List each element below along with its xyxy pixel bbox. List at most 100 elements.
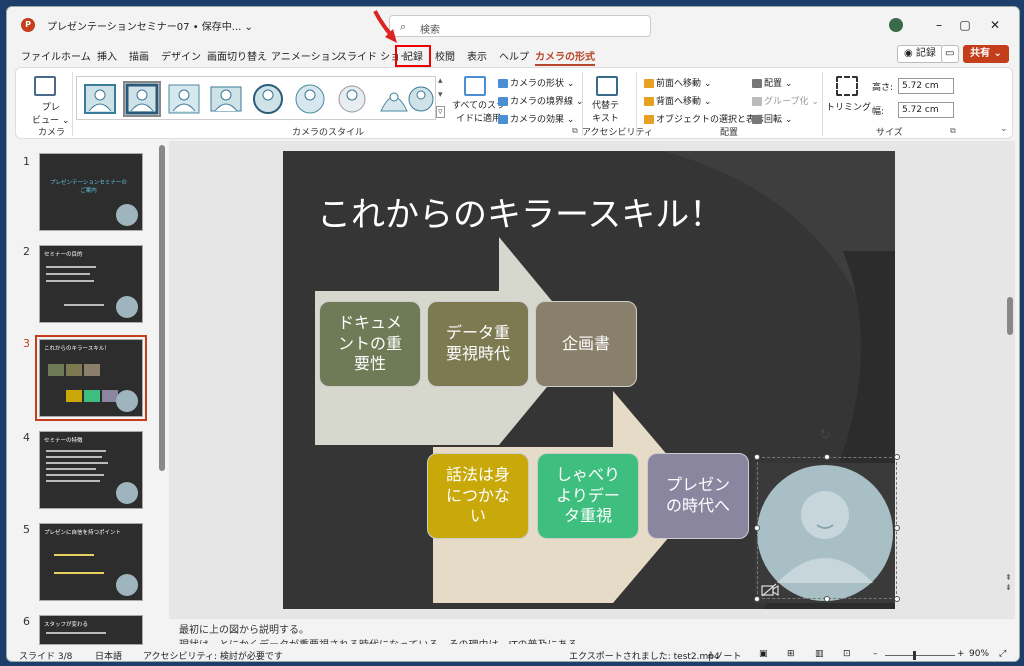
group-button[interactable]: グループ化 ⌄: [752, 94, 819, 107]
slide-title[interactable]: これからのキラースキル！: [317, 187, 723, 236]
fit-to-window-icon[interactable]: ⤢: [999, 649, 1006, 659]
zoom-out-icon[interactable]: –: [873, 649, 878, 659]
menu-view[interactable]: 表示: [467, 48, 487, 63]
selection-pane-button[interactable]: オブジェクトの選択と表示: [644, 112, 764, 125]
notes-line-1: 最初に上の図から説明する。: [179, 625, 309, 636]
style-option-6[interactable]: [293, 83, 327, 115]
zoom-slider[interactable]: [885, 655, 955, 656]
gallery-scroll-up-icon[interactable]: ▴: [438, 76, 443, 86]
slide-thumbnail-pane: 1 プレゼンテーションセミナーの ご案内 2 セミナーの目的 3 これからのキラ…: [7, 141, 167, 645]
send-backward-button[interactable]: 背面へ移動 ⌄: [644, 94, 711, 107]
resize-handle[interactable]: [894, 596, 900, 602]
thumb-title: セミナーの目的: [44, 252, 83, 258]
menu-design[interactable]: デザイン: [161, 48, 201, 63]
box-document-importance[interactable]: ドキュメ ントの重 要性: [319, 301, 421, 387]
normal-view-icon[interactable]: ▣: [759, 649, 768, 659]
styles-dialog-launcher-icon[interactable]: ⧉: [572, 126, 578, 136]
style-option-4[interactable]: [209, 83, 243, 115]
box-data-era[interactable]: データ重 要視時代: [427, 301, 529, 387]
scroll-page-icons[interactable]: ⇞ ⇟: [1005, 573, 1012, 593]
slide-thumbnail-5[interactable]: プレゼンに自信を持つポイント: [39, 523, 143, 601]
style-option-7[interactable]: [335, 83, 369, 115]
search-box[interactable]: ⌕ 検索: [389, 15, 651, 37]
effect-icon: [498, 115, 508, 124]
menu-file[interactable]: ファイル: [21, 48, 61, 63]
menu-transitions[interactable]: 画面切り替え: [207, 48, 267, 63]
resize-handle[interactable]: [894, 454, 900, 460]
size-dialog-launcher-icon[interactable]: ⧉: [950, 126, 956, 136]
notes-toggle-button[interactable]: ≜ノート: [707, 649, 742, 661]
menu-help[interactable]: ヘルプ: [499, 48, 529, 63]
rotate-button[interactable]: 回転 ⌄: [752, 112, 792, 125]
style-option-5[interactable]: [251, 83, 285, 115]
align-button[interactable]: 配置 ⌄: [752, 76, 792, 89]
reading-view-icon[interactable]: ▥: [815, 649, 824, 659]
bring-forward-button[interactable]: 前面へ移動 ⌄: [644, 76, 711, 89]
rotate-label: 回転 ⌄: [764, 115, 793, 125]
box-presentation-era[interactable]: プレゼン の時代へ: [647, 453, 749, 539]
account-avatar[interactable]: [889, 18, 903, 32]
camera-shape-button[interactable]: カメラの形状 ⌄: [498, 76, 574, 89]
resize-handle[interactable]: [894, 525, 900, 531]
rotate-handle-icon[interactable]: ↻: [819, 427, 831, 443]
resize-handle[interactable]: [824, 596, 830, 602]
width-input[interactable]: 5.72 cm: [898, 102, 954, 118]
slide-sorter-icon[interactable]: ⊞: [787, 649, 795, 659]
slide-thumbnail-2[interactable]: セミナーの目的: [39, 245, 143, 323]
gallery-more-icon[interactable]: ▿: [436, 106, 445, 118]
box-data-over-talk[interactable]: しゃべり よりデー タ重視: [537, 453, 639, 539]
editor-scrollbar[interactable]: [1007, 297, 1013, 335]
comments-button[interactable]: ▭: [941, 45, 959, 63]
style-option-3[interactable]: [167, 83, 201, 115]
menu-review[interactable]: 校閲: [435, 48, 455, 63]
slideshow-view-icon[interactable]: ⊡: [843, 649, 851, 659]
camera-effect-button[interactable]: カメラの効果 ⌄: [498, 112, 574, 125]
box-speech-skill[interactable]: 話法は身 につかな い: [427, 453, 529, 539]
thumb-box: [48, 364, 64, 376]
menu-animations[interactable]: アニメーション: [271, 48, 341, 63]
menu-camera-format[interactable]: カメラの形式: [535, 48, 595, 66]
send-backward-icon: [644, 97, 654, 106]
close-button[interactable]: ✕: [983, 15, 1007, 35]
notes-pane[interactable]: 最初に上の図から説明する。 現状は、とにかくデータが重要視される時代になっている…: [179, 621, 1009, 647]
camera-border-button[interactable]: カメラの境界線 ⌄: [498, 94, 583, 107]
resize-handle[interactable]: [824, 454, 830, 460]
document-title[interactable]: プレゼンテーションセミナー07 • 保存中... ⌄: [47, 18, 253, 33]
share-button[interactable]: 共有 ⌄: [963, 45, 1009, 63]
camera-preview-icon[interactable]: [34, 76, 56, 96]
slide-thumbnail-1[interactable]: プレゼンテーションセミナーの ご案内: [39, 153, 143, 231]
minimize-button[interactable]: –: [927, 15, 951, 35]
style-option-9[interactable]: [407, 83, 435, 115]
accessibility-status[interactable]: アクセシビリティ: 検討が必要です: [143, 649, 283, 661]
box-planning-doc[interactable]: 企画書: [535, 301, 637, 387]
slide-thumbnail-6[interactable]: スタッフが変わる: [39, 615, 143, 645]
alt-text-button[interactable]: 代替テ キスト: [592, 98, 619, 124]
resize-handle[interactable]: [754, 454, 760, 460]
crop-button[interactable]: トリミング: [826, 100, 871, 113]
collapse-ribbon-icon[interactable]: ⌄: [1000, 124, 1008, 134]
slide-thumbnail-3[interactable]: これからのキラースキル！: [35, 335, 147, 421]
thumb-camera: [116, 482, 138, 504]
resize-handle[interactable]: [754, 596, 760, 602]
resize-handle[interactable]: [754, 525, 760, 531]
thumb-number: 3: [23, 337, 30, 350]
height-input[interactable]: 5.72 cm: [898, 78, 954, 94]
style-option-1[interactable]: [83, 83, 117, 115]
menu-home[interactable]: ホーム: [61, 48, 91, 63]
menu-insert[interactable]: 挿入: [97, 48, 117, 63]
slide-thumbnail-4[interactable]: セミナーの特徴: [39, 431, 143, 509]
maximize-button[interactable]: ▢: [953, 15, 977, 35]
zoom-in-icon[interactable]: +: [957, 649, 965, 659]
style-option-8[interactable]: [377, 83, 411, 115]
language-status[interactable]: 日本語: [95, 649, 122, 661]
thumb-line: [46, 632, 106, 634]
thumbnail-scrollbar[interactable]: [159, 145, 165, 471]
gallery-scroll-down-icon[interactable]: ▾: [438, 90, 443, 100]
menu-draw[interactable]: 描画: [129, 48, 149, 63]
record-button[interactable]: ◉ 記録: [897, 45, 943, 63]
style-option-2[interactable]: [123, 81, 161, 117]
preview-button[interactable]: プレ ビュー ⌄: [32, 100, 69, 126]
zoom-level[interactable]: 90%: [969, 649, 989, 659]
app-window: P プレゼンテーションセミナー07 • 保存中... ⌄ ⌕ 検索 – ▢ ✕ …: [6, 6, 1020, 662]
zoom-slider-thumb[interactable]: [913, 651, 916, 660]
